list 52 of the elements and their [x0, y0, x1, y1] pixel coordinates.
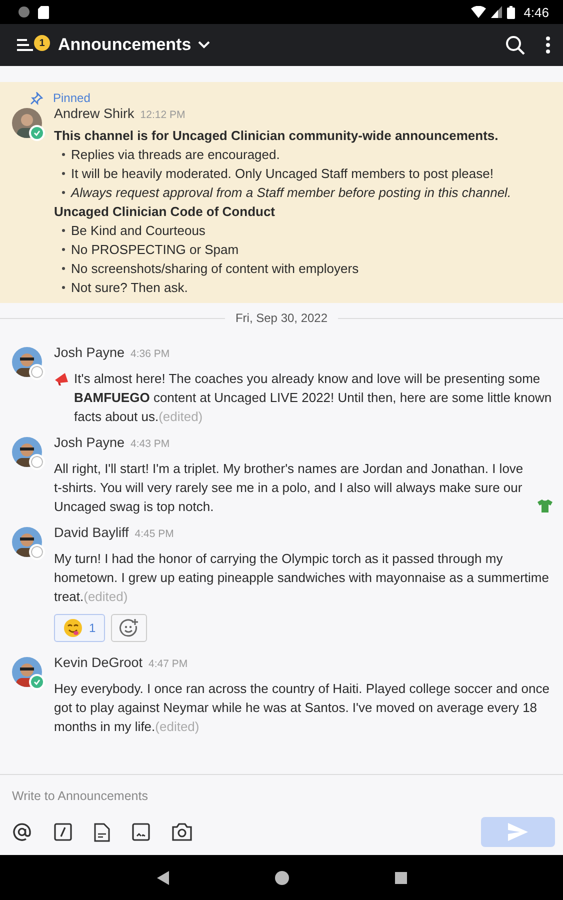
message-heading: Uncaged Clinician Code of Conduct: [54, 203, 276, 221]
author-name[interactable]: David Bayliff: [54, 525, 129, 540]
send-icon: [508, 823, 528, 841]
recents-icon[interactable]: [394, 872, 406, 884]
mention-icon[interactable]: [12, 822, 32, 842]
sd-card-icon: [38, 6, 49, 18]
reaction-button[interactable]: 1: [54, 614, 105, 642]
list-item: Not sure? Then ask.: [71, 279, 188, 297]
unread-badge: 1: [34, 35, 50, 51]
status-time: 4:46: [524, 4, 549, 20]
message-text: My turn! I had the honor of carrying the Olympic torch as it passed through my hometown. I grew up eating pineapple sandwiches with mayonnaise as a summertime treat.(edited): [54, 550, 550, 606]
message-time: 4:43 PM: [130, 438, 170, 450]
add-reaction-button[interactable]: [110, 614, 147, 642]
back-icon[interactable]: [156, 870, 168, 884]
pinned-label: Pinned: [53, 91, 90, 105]
image-icon[interactable]: [132, 823, 150, 841]
add-emoji-icon: [118, 618, 139, 638]
message-text: All right, I'll start! I'm a triplet. My brother's names are Jordan and Jonathan. I love t-shirts. You will very rarely see me in a polo, and I also will always make sure our Uncaged swag is top notch.: [54, 460, 524, 516]
home-icon[interactable]: [274, 870, 288, 884]
menu-button[interactable]: [16, 37, 36, 53]
list-item: It will be heavily moderated. Only Uncaged Staff members to post please!: [71, 165, 494, 183]
message-time: 12:12 PM: [140, 109, 186, 121]
wifi-icon: [470, 6, 486, 18]
battery-icon: [506, 6, 515, 18]
chevron-down-icon: [197, 40, 212, 50]
message-time: 4:45 PM: [134, 528, 174, 540]
list-item: Replies via threads are encouraged.: [71, 146, 280, 164]
message-time: 4:47 PM: [148, 658, 188, 670]
emoji-icon: [63, 618, 83, 638]
message-time: 4:36 PM: [130, 348, 170, 360]
circle-icon: [18, 6, 30, 18]
date-separator: Fri, Sep 30, 2022: [235, 311, 328, 325]
list-item: Always request approval from a Staff member before posting in this channel.: [71, 184, 512, 202]
author-name[interactable]: Kevin DeGroot: [54, 655, 143, 670]
more-icon[interactable]: [545, 36, 551, 54]
list-item: No PROSPECTING or Spam: [71, 241, 239, 259]
author-name[interactable]: Josh Payne: [54, 435, 125, 450]
author-name[interactable]: Josh Payne: [54, 345, 125, 360]
search-icon[interactable]: [505, 35, 525, 55]
message-text: Hey everybody. I once ran across the country of Haiti. Played college soccer and once got to play against Neymar while he was at Santos. I've moved on average every 18 months in my life.(edited): [54, 680, 550, 736]
message-text: It's almost here! The coaches you already know and love will be presenting some BAMFUEGO content at Uncaged LIVE 2022! Until then, here are some little known facts about us.(edited): [74, 370, 553, 426]
message-heading: This channel is for Uncaged Clinician community-wide announcements.: [54, 127, 500, 145]
pin-icon: [30, 92, 43, 104]
signal-icon: [490, 6, 502, 18]
camera-icon[interactable]: [172, 823, 192, 841]
author-name[interactable]: Andrew Shirk: [54, 106, 134, 121]
channel-title[interactable]: Announcements: [58, 35, 212, 55]
list-item: Be Kind and Courteous: [71, 222, 206, 240]
file-icon[interactable]: [94, 822, 110, 842]
message-input[interactable]: Write to Announcements: [12, 787, 555, 805]
list-item: No screenshots/sharing of content with employers: [71, 260, 359, 278]
slash-command-icon[interactable]: [54, 823, 72, 841]
